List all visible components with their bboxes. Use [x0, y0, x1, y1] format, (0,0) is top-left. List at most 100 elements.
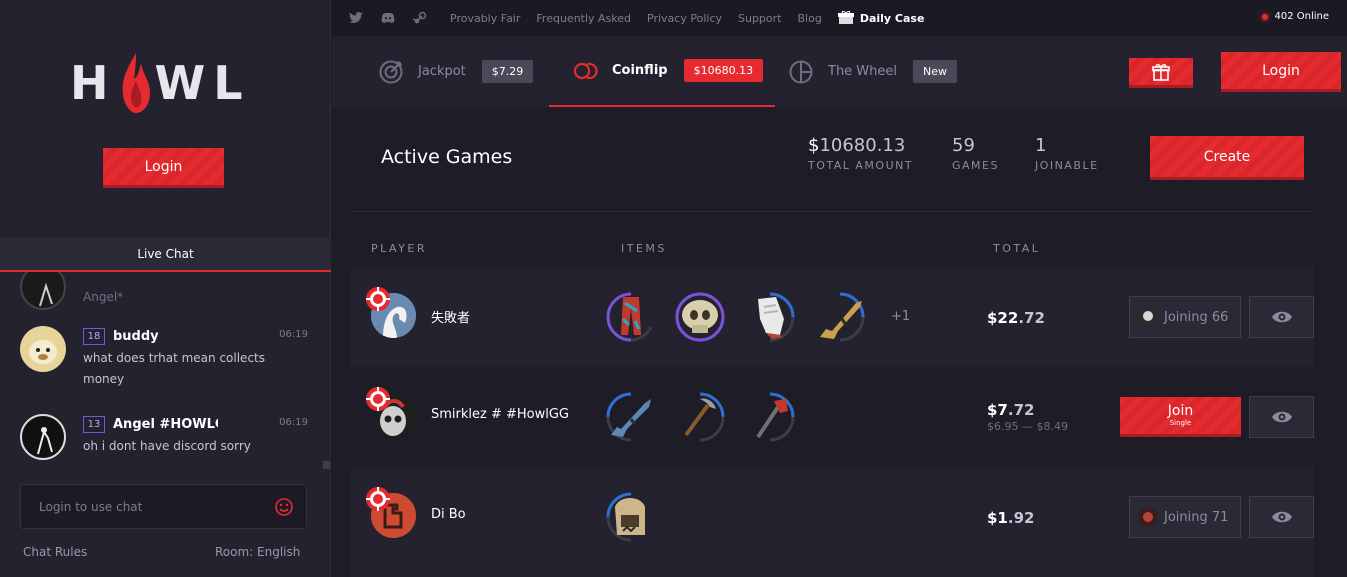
player-name[interactable]: Di Bo: [431, 507, 466, 522]
chat-input-box: [20, 484, 307, 529]
skin-rifle-icon[interactable]: [812, 289, 868, 345]
tab-wheel[interactable]: The Wheel New: [788, 36, 958, 107]
tab-coinflip-label: Coinflip: [612, 63, 668, 78]
skin-pants-icon[interactable]: [603, 289, 659, 345]
steam-icon[interactable]: [412, 10, 428, 26]
avatar: [1138, 507, 1158, 527]
avatar[interactable]: [20, 326, 66, 372]
join-sub-label: Single: [1169, 419, 1192, 427]
join-game-button[interactable]: Join Single: [1120, 397, 1241, 437]
online-dot: [1262, 13, 1269, 20]
smiley-icon[interactable]: [274, 497, 294, 517]
chat-username[interactable]: Angel #HOWLGG: [113, 417, 218, 432]
logo-letters-right: WL: [154, 56, 251, 110]
support-link[interactable]: Support: [738, 12, 781, 25]
privacy-policy-link[interactable]: Privacy Policy: [647, 12, 722, 25]
level-badge: 13: [83, 416, 105, 433]
games-stat: 59 GAMES: [952, 135, 999, 172]
eye-icon: [1271, 311, 1292, 323]
avatar[interactable]: [20, 272, 66, 310]
skin-gloves-icon[interactable]: [742, 289, 798, 345]
live-chat-header[interactable]: Live Chat: [0, 237, 331, 272]
jackpot-amount-badge: $7.29: [481, 60, 534, 83]
coin-chip-icon: [366, 487, 390, 511]
tab-jackpot[interactable]: Jackpot $7.29: [378, 36, 534, 107]
chat-time: 06:19: [279, 329, 308, 340]
tab-wheel-label: The Wheel: [828, 64, 898, 79]
game-row[interactable]: Smirklez # #HowlGG $7.72 $6.95 — $8.49 J…: [351, 367, 1314, 467]
join-label: Join: [1167, 403, 1194, 419]
game-total: $22.72: [987, 309, 1045, 327]
eye-icon: [1271, 511, 1292, 523]
sidebar: H WL Login Live Chat Angel* 18 buddy 06:…: [0, 0, 331, 577]
player-name[interactable]: Smirklez # #HowlGG: [431, 407, 569, 422]
player-name[interactable]: 失敗者: [431, 307, 470, 326]
daily-case-link[interactable]: Daily Case: [837, 11, 925, 25]
chat-input[interactable]: [39, 497, 259, 517]
games-label: GAMES: [952, 159, 999, 172]
new-badge: New: [913, 60, 958, 83]
room-selector[interactable]: Room: English: [215, 545, 300, 559]
gift-icon: [1152, 63, 1170, 81]
joining-status: Joining 71: [1129, 496, 1241, 538]
total-integer: $22: [987, 309, 1019, 327]
more-items-count: +1: [891, 309, 911, 324]
online-count: 402 Online: [1274, 11, 1329, 22]
view-game-button[interactable]: [1249, 396, 1314, 438]
daily-case-label: Daily Case: [859, 11, 925, 25]
view-game-button[interactable]: [1249, 496, 1314, 538]
blog-link[interactable]: Blog: [797, 12, 821, 25]
skin-hatchet-icon[interactable]: [742, 389, 798, 445]
joining-label: Joining 71: [1164, 509, 1229, 525]
joining-label: Joining 66: [1164, 309, 1229, 325]
total-decimal: .72: [1007, 401, 1035, 419]
avatar[interactable]: [20, 414, 66, 460]
divider: [352, 211, 1314, 212]
joinable-value: 1: [1035, 135, 1047, 156]
online-counter: 402 Online: [1262, 11, 1329, 22]
sidebar-login-button[interactable]: Login: [103, 148, 224, 188]
total-decimal: .92: [1007, 509, 1035, 527]
page: H WL Login Live Chat Angel* 18 buddy 06:…: [0, 0, 1347, 577]
view-game-button[interactable]: [1249, 296, 1314, 338]
target-icon: [379, 60, 403, 83]
column-items: ITEMS: [621, 242, 667, 255]
total-integer: $1: [987, 509, 1008, 527]
games-value: 59: [952, 135, 975, 156]
tab-coinflip[interactable]: Coinflip $10680.13: [549, 36, 776, 107]
joinable-label: JOINABLE: [1035, 159, 1099, 172]
chat-text: what does trhat mean collects money: [83, 351, 265, 386]
chat-username-partial: Angel*: [83, 290, 124, 304]
skin-helmet-icon[interactable]: [603, 489, 659, 545]
chat-time: 06:19: [279, 417, 308, 428]
header-login-button[interactable]: Login: [1221, 52, 1341, 92]
case-icon: [837, 11, 854, 24]
twitter-icon[interactable]: [348, 10, 364, 26]
column-player: PLAYER: [371, 242, 427, 255]
skin-rifle-icon[interactable]: [603, 389, 659, 445]
game-row[interactable]: 失敗者 +1 $22.72 Joining 66: [351, 267, 1314, 367]
chat-username[interactable]: buddy: [113, 329, 159, 344]
total-integer: $7: [987, 401, 1008, 419]
chat-scrollbar[interactable]: [323, 461, 330, 469]
skin-pickaxe-icon[interactable]: [672, 389, 728, 445]
gift-button[interactable]: [1129, 58, 1193, 88]
join-range: $6.95 — $8.49: [987, 420, 1068, 433]
create-game-button[interactable]: Create: [1150, 136, 1304, 180]
total-amount-stat: $10680.13 TOTAL AMOUNT: [808, 135, 913, 172]
coin-chip-icon: [366, 387, 390, 411]
provably-fair-link[interactable]: Provably Fair: [450, 12, 520, 25]
page-title: Active Games: [381, 146, 513, 168]
chat-text: oh i dont have discord sorry: [83, 439, 251, 453]
skin-skull-icon[interactable]: [672, 289, 728, 345]
howl-logo[interactable]: H WL: [70, 48, 260, 118]
joining-status: Joining 66: [1129, 296, 1241, 338]
faq-link[interactable]: Frequently Asked: [536, 12, 631, 25]
discord-icon[interactable]: [380, 10, 396, 26]
chat-rules-link[interactable]: Chat Rules: [23, 545, 87, 559]
game-row[interactable]: Di Bo $1.92 Joining 71: [351, 467, 1314, 577]
chat-messages[interactable]: Angel* 18 buddy 06:19 what does trhat mea…: [0, 272, 331, 472]
coin-chip-icon: [366, 287, 390, 311]
logo-letters-left: H: [70, 56, 117, 110]
tab-jackpot-label: Jackpot: [418, 64, 466, 79]
